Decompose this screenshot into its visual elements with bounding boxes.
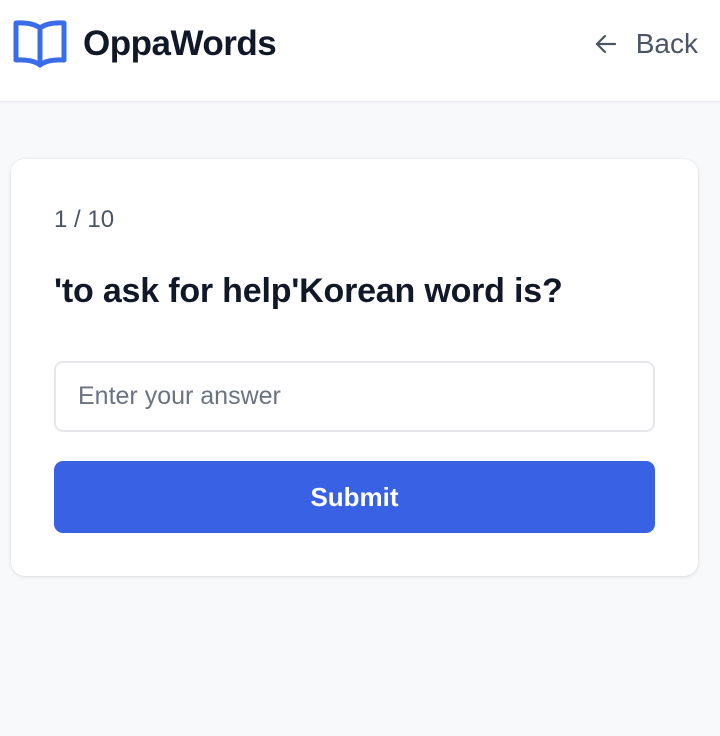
open-book-icon xyxy=(12,18,68,70)
quiz-card: 1 / 10 'to ask for help'Korean word is? … xyxy=(11,159,698,576)
brand[interactable]: OppaWords xyxy=(12,18,277,70)
question-progress: 1 / 10 xyxy=(54,206,115,233)
answer-input[interactable] xyxy=(54,361,655,432)
back-button[interactable]: Back xyxy=(594,22,698,66)
app-name: OppaWords xyxy=(83,24,277,63)
app-header: OppaWords Back xyxy=(0,0,720,102)
question-text: 'to ask for help'Korean word is? xyxy=(54,272,563,310)
submit-button[interactable]: Submit xyxy=(54,461,655,533)
back-label: Back xyxy=(635,28,698,59)
arrow-left-icon xyxy=(594,32,618,56)
